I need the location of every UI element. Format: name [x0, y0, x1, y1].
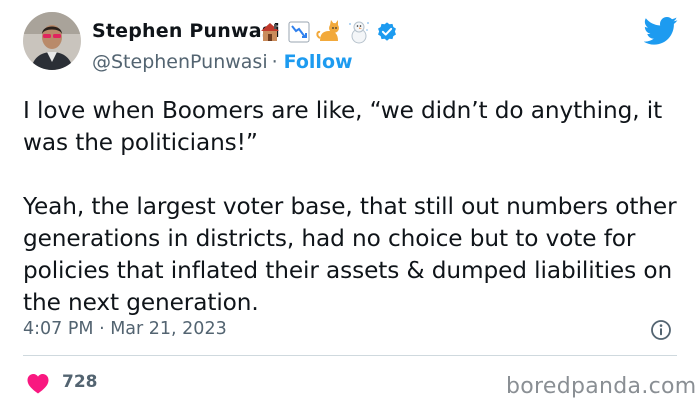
author-handle[interactable]: @StephenPunwasi	[92, 51, 268, 73]
like-count[interactable]: 728	[62, 372, 98, 392]
separator-dot: ·	[271, 51, 278, 73]
tweet-text: I love when Boomers are like, “we didn’t…	[23, 97, 677, 316]
author-name[interactable]: Stephen Punwasi	[92, 20, 280, 42]
name-emojis	[258, 18, 398, 46]
tweet-card: Stephen Punwasi @StephenPunwasi · Follow…	[0, 0, 700, 410]
info-icon[interactable]	[650, 319, 672, 345]
handle-row: @StephenPunwasi · Follow	[92, 51, 353, 73]
watermark: boredpanda.com	[506, 374, 697, 399]
heart-icon[interactable]	[26, 372, 50, 398]
twitter-bird-icon[interactable]	[643, 16, 678, 50]
house-icon	[258, 20, 282, 44]
follow-button[interactable]: Follow	[284, 51, 353, 73]
tweet-timestamp[interactable]: 4:07 PM · Mar 21, 2023	[23, 319, 227, 339]
avatar[interactable]	[23, 12, 81, 70]
cat-icon	[316, 20, 342, 44]
snowman-icon	[347, 20, 371, 44]
divider	[23, 355, 677, 356]
chart-down-icon	[287, 20, 311, 44]
verified-badge-icon	[376, 21, 398, 43]
